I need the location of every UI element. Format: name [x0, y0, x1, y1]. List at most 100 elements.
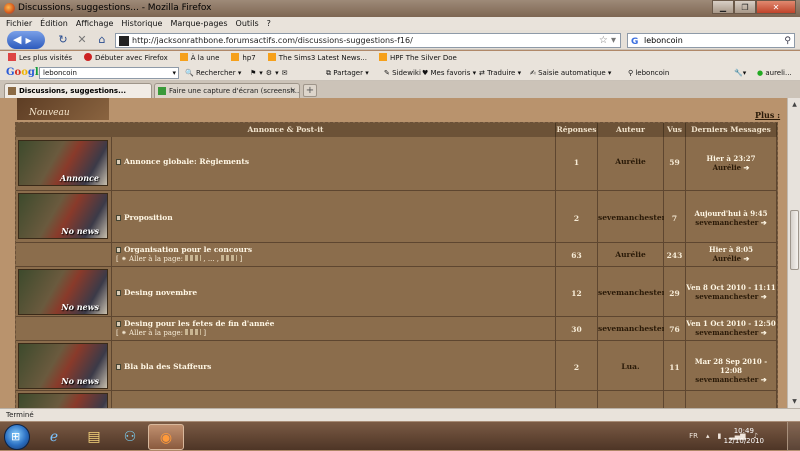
- menu-file[interactable]: Fichier: [6, 17, 32, 30]
- search-value: leboncoin: [644, 36, 683, 45]
- tray-show-hidden-icon[interactable]: ▴: [706, 422, 710, 451]
- sidewiki-button[interactable]: ✎ Sidewiki ▾: [384, 65, 427, 81]
- go-to-post-icon[interactable]: ➔: [744, 163, 750, 172]
- forward-arrow-icon[interactable]: ▶: [25, 36, 31, 45]
- last-user-link[interactable]: sevemanchester: [695, 328, 758, 337]
- topic-thumbnail: [16, 243, 112, 267]
- google-search-engine-icon[interactable]: G: [631, 35, 638, 49]
- topic-title-link[interactable]: Desing pour les fetes de fin d'année: [116, 319, 274, 328]
- internet-explorer-icon[interactable]: ℯ: [36, 424, 72, 450]
- back-arrow-icon[interactable]: ◀: [13, 33, 21, 46]
- url-bar[interactable]: http://jacksonrathbone.forumsactifs.com/…: [115, 33, 621, 48]
- chevron-down-icon[interactable]: ▾: [172, 68, 176, 78]
- bookmark-star-icon[interactable]: ☆ ▾: [599, 34, 616, 48]
- go-to-post-icon[interactable]: ➔: [761, 292, 767, 301]
- account-button[interactable]: ● aureli...: [757, 65, 792, 81]
- author-link[interactable]: sevemanchester: [598, 324, 666, 333]
- google-tool-icons[interactable]: ⚑▾⚙▾✉: [250, 65, 290, 81]
- search-icon[interactable]: ⚲: [784, 34, 791, 48]
- topic-title-link[interactable]: Annonce globale: Règlements: [116, 157, 249, 166]
- menu-bookmarks[interactable]: Marque-pages: [170, 17, 227, 30]
- language-indicator[interactable]: FR: [689, 422, 698, 451]
- tab-discussions[interactable]: Discussions, suggestions...: [4, 83, 152, 98]
- topic-title-link[interactable]: Desing novembre: [116, 288, 197, 297]
- go-to-post-icon[interactable]: ➔: [761, 218, 767, 227]
- vertical-scrollbar[interactable]: ▲ ▼: [787, 98, 800, 408]
- favorites-button[interactable]: ♥ Mes favoris ▾: [422, 65, 476, 81]
- scrollbar-thumb[interactable]: [790, 210, 799, 270]
- author-link[interactable]: Aurélie: [598, 157, 663, 166]
- wrench-icon[interactable]: 🔧▾: [734, 65, 746, 81]
- replies-cell: 63: [556, 243, 598, 267]
- last-message-cell: Hier à 23:27 Aurélie ➔: [686, 137, 777, 191]
- bookmark-getting-started[interactable]: Débuter avec Firefox: [84, 51, 168, 65]
- clock[interactable]: 10:49 12/10/2010: [724, 426, 764, 446]
- topic-title-link[interactable]: Proposition: [116, 213, 173, 222]
- share-button[interactable]: ⧉ Partager ▾: [326, 65, 369, 81]
- battery-icon[interactable]: ▮: [718, 422, 722, 451]
- menu-help[interactable]: ?: [267, 17, 271, 30]
- last-user-link[interactable]: sevemanchester: [695, 375, 758, 384]
- thumbnail-image: No news: [18, 269, 108, 315]
- page-links[interactable]: [185, 255, 202, 261]
- last-message-cell: Ven 1 Oct 2010 - 12:50 sevemanchester ➔: [686, 317, 777, 341]
- author-link[interactable]: sevemanchester: [598, 213, 666, 222]
- topic-title-link[interactable]: Bla bla des Staffeurs: [116, 362, 211, 371]
- folder-icon[interactable]: ▤: [76, 424, 112, 450]
- translate-button[interactable]: ⇄ Traduire ▾: [479, 65, 521, 81]
- go-to-post-icon[interactable]: ➔: [761, 375, 767, 384]
- new-tab-button[interactable]: +: [303, 84, 317, 97]
- network-icon[interactable]: ⚇: [112, 424, 148, 450]
- views-cell: 76: [664, 317, 686, 341]
- maximize-button[interactable]: ❐: [734, 0, 756, 14]
- topic-thumbnail: [16, 317, 112, 341]
- close-tab-icon[interactable]: ✕: [290, 84, 296, 98]
- topic-title-link[interactable]: Organisation pour le concours: [116, 245, 252, 254]
- search-box[interactable]: G leboncoin ⚲: [627, 33, 795, 48]
- firefox-taskbar-icon[interactable]: ◉: [148, 424, 184, 450]
- scroll-down-icon[interactable]: ▼: [789, 396, 800, 407]
- bookmark-sims3[interactable]: The Sims3 Latest News...: [267, 51, 367, 65]
- leboncoin-button[interactable]: ⚲ leboncoin: [628, 65, 669, 81]
- go-to-post-icon[interactable]: ➔: [744, 254, 750, 263]
- new-topic-button[interactable]: Nouveau: [17, 98, 109, 120]
- menu-view[interactable]: Affichage: [76, 17, 114, 30]
- author-cell: sevemanchester: [598, 267, 666, 317]
- bookmark-most-visited[interactable]: Les plus visités: [8, 51, 72, 65]
- topic-icon: [116, 159, 121, 165]
- topic-thumbnail: No news: [16, 341, 112, 391]
- menu-tools[interactable]: Outils: [236, 17, 259, 30]
- last-user-link[interactable]: Aurélie: [713, 163, 741, 172]
- close-window-button[interactable]: ✕: [756, 0, 796, 14]
- window-titlebar: Discussions, suggestions... - Mozilla Fi…: [0, 0, 800, 17]
- autofill-button[interactable]: ✍ Saisie automatique ▾: [530, 65, 611, 81]
- bookmark-hp7[interactable]: hp7: [231, 51, 256, 65]
- minimize-button[interactable]: ▁: [712, 0, 734, 14]
- last-user-link[interactable]: sevemanchester: [695, 292, 758, 301]
- bookmark-headlines[interactable]: À la une: [179, 51, 219, 65]
- more-link[interactable]: Plus :: [755, 110, 780, 120]
- start-button[interactable]: ⊞: [4, 424, 30, 450]
- go-to-post-icon[interactable]: ➔: [761, 328, 767, 337]
- google-search-input[interactable]: leboncoin ▾: [39, 67, 179, 79]
- page-links[interactable]: [185, 329, 202, 335]
- menu-history[interactable]: Historique: [121, 17, 162, 30]
- author-link[interactable]: sevemanchester: [598, 288, 666, 297]
- last-user-link[interactable]: Aurélie: [713, 254, 741, 263]
- author-cell: sevemanchester: [598, 317, 666, 341]
- stop-icon[interactable]: ✕: [74, 32, 90, 48]
- reload-icon[interactable]: ↻: [55, 32, 71, 48]
- author-link[interactable]: Aurélie: [598, 250, 663, 259]
- show-desktop-button[interactable]: [787, 422, 800, 451]
- google-search-button[interactable]: 🔍 Rechercher ▾: [185, 65, 241, 81]
- menu-edit[interactable]: Édition: [40, 17, 68, 30]
- back-forward-button[interactable]: ◀ ▶: [7, 31, 45, 49]
- bookmark-hpf[interactable]: HPF The Silver Doe: [378, 51, 457, 65]
- last-user-link[interactable]: sevemanchester: [695, 218, 758, 227]
- scroll-up-icon[interactable]: ▲: [789, 99, 800, 110]
- author-link[interactable]: Lua.: [598, 362, 663, 371]
- windows-logo-icon: ⊞: [11, 430, 21, 443]
- page-links[interactable]: [221, 255, 238, 261]
- home-icon[interactable]: ⌂: [94, 32, 110, 48]
- tab-screenshot[interactable]: Faire une capture d'écran (screensh... ✕: [154, 83, 300, 98]
